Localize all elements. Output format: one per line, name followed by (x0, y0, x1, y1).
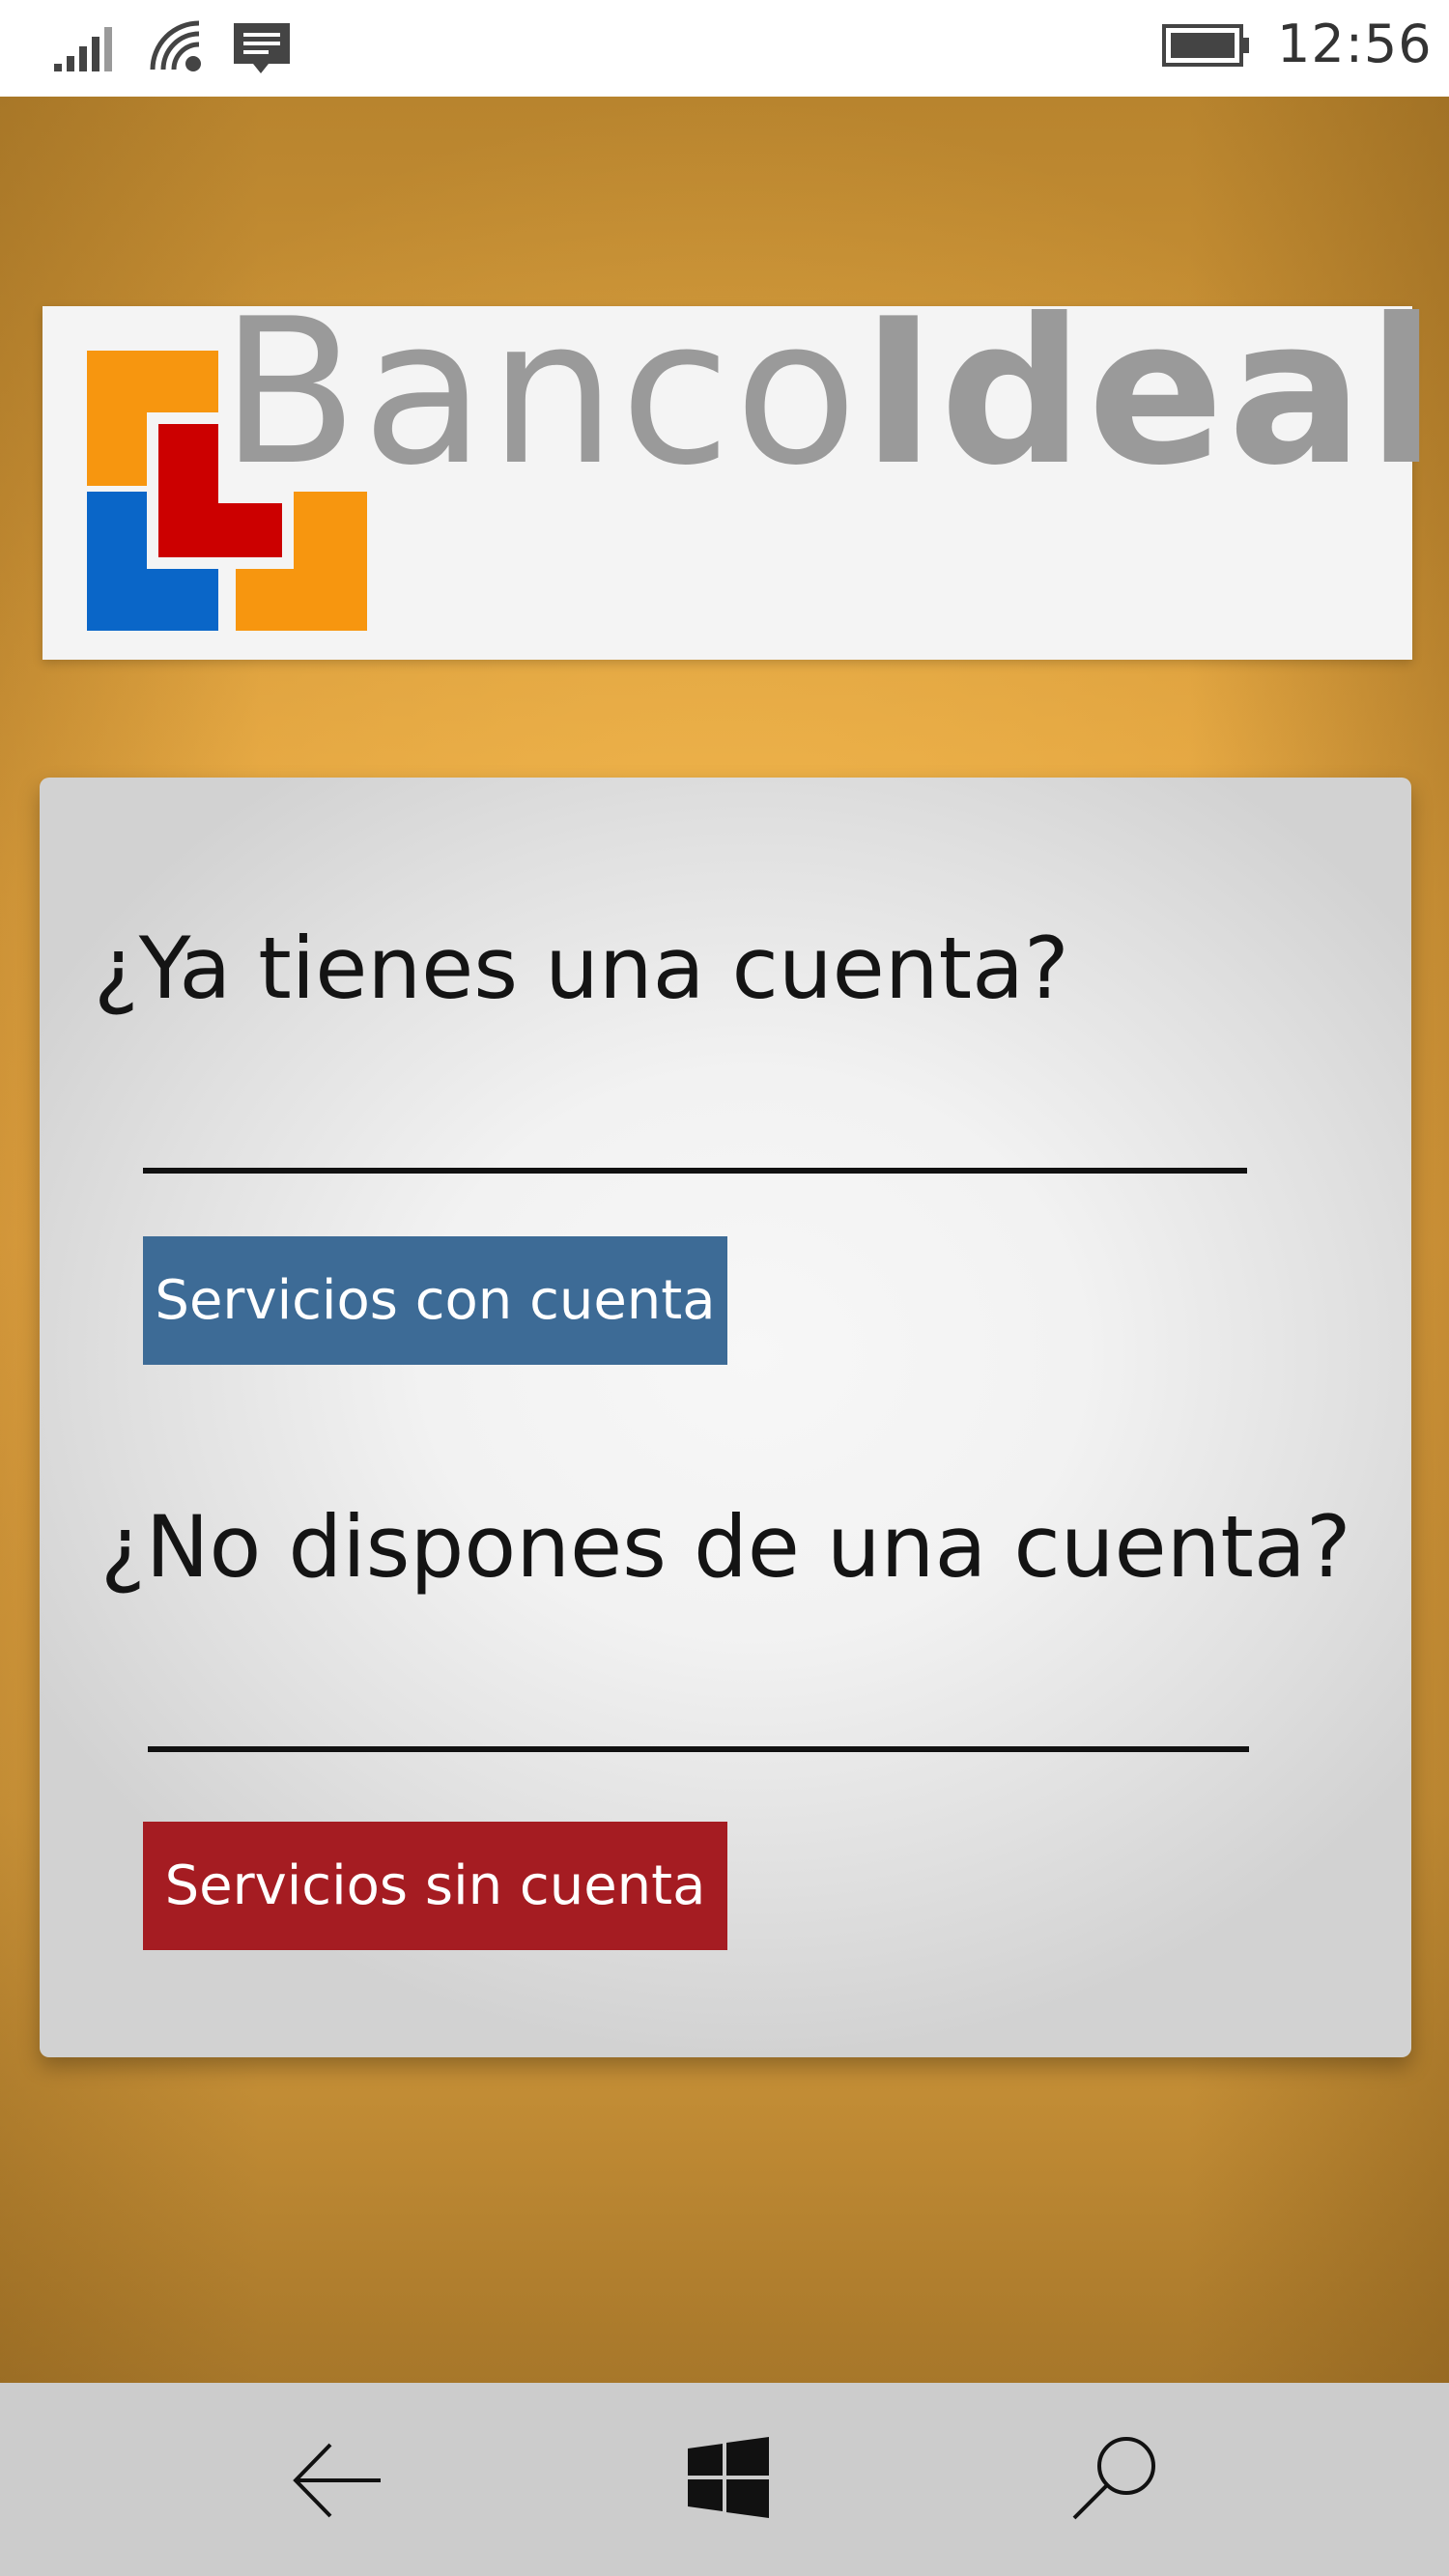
logo-banner: BancoIdeal (43, 293, 1436, 660)
navigation-bar (0, 2383, 1449, 2576)
clock-time: 12:56 (1277, 14, 1433, 74)
search-icon[interactable] (1070, 2433, 1159, 2522)
logo-text-ideal: Ideal (861, 276, 1440, 510)
windows-icon[interactable] (688, 2437, 769, 2518)
wifi-icon (150, 20, 201, 71)
question-no-account: ¿No dispones de una cuenta? (100, 1497, 1351, 1597)
battery-icon (1162, 24, 1249, 67)
signal-icon (54, 27, 112, 71)
divider-line (143, 1168, 1247, 1174)
logo-text-banco: Banco (220, 276, 862, 510)
back-arrow-icon[interactable] (292, 2441, 384, 2520)
message-icon (234, 23, 290, 73)
app-background: BancoIdeal ¿Ya tienes una cuenta? Servic… (0, 97, 1449, 2383)
divider-line (148, 1746, 1249, 1752)
services-with-account-button[interactable]: Servicios con cuenta (143, 1236, 727, 1365)
services-without-account-button[interactable]: Servicios sin cuenta (143, 1822, 727, 1950)
logo-text: BancoIdeal (220, 293, 1440, 494)
question-has-account: ¿Ya tienes una cuenta? (94, 919, 1069, 1018)
status-bar: 12:56 (0, 0, 1449, 97)
account-options-card: ¿Ya tienes una cuenta? Servicios con cue… (40, 778, 1411, 2057)
